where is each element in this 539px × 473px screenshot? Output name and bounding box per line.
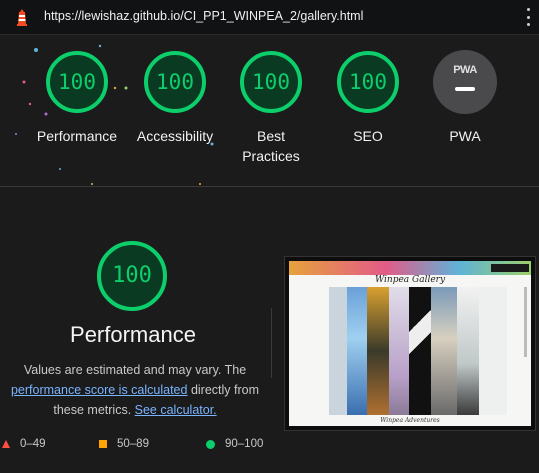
lighthouse-icon [17,9,27,26]
gauge-performance[interactable]: 100 Performance [32,50,122,146]
performance-description: Values are estimated and may vary. The p… [0,360,270,420]
see-calculator-link[interactable]: See calculator. [135,403,217,417]
gauge-seo[interactable]: 100 SEO [323,50,413,146]
gauge-score: 100 [156,70,194,94]
legend-average: 50–89 [99,438,149,450]
screenshot-footer-text: Winpea Adventures [380,417,440,424]
more-options-icon[interactable] [525,8,531,26]
legend-range: 50–89 [117,438,149,450]
gauge-score: 100 [349,70,387,94]
section-divider [0,186,539,187]
gauge-label: Best Practices [242,128,300,164]
screenshot-navbar [289,261,531,275]
pwa-dash [455,87,475,91]
gallery-image [347,287,367,415]
legend-range: 90–100 [225,438,264,450]
pwa-badge-icon: PWA [433,50,497,114]
performance-score: 100 [112,263,152,288]
gallery-image [329,287,347,415]
gauge-label: PWA [449,128,481,144]
gauge-score: 100 [58,70,96,94]
legend-fail: 0–49 [2,438,46,450]
score-legend: 0–49 50–89 90–100 [0,436,539,456]
gallery-image [431,287,457,415]
gallery-image [367,287,389,415]
pwa-badge-text: PWA [453,64,477,76]
fail-triangle-icon [2,440,10,448]
legend-pass: 90–100 [206,438,263,450]
gauge-accessibility[interactable]: 100 Accessibility [130,50,220,146]
score-calculation-link[interactable]: performance score is calculated [11,383,187,397]
gallery-image [389,287,409,415]
legend-range: 0–49 [20,438,46,450]
screenshot-site-title: Winpea Gallery [374,275,446,285]
gauge-score: 100 [252,70,290,94]
performance-title: Performance [70,322,196,347]
performance-gauge-large: 100 [96,240,168,312]
desc-text-1: Values are estimated and may vary. The [23,363,247,377]
gauge-best-practices[interactable]: 100 Best Practices [226,50,316,166]
pass-circle-icon [206,439,215,449]
average-square-icon [99,440,107,448]
vertical-divider [271,308,272,378]
category-gauges: 100 Performance 100 Accessibility 100 Be… [0,50,539,170]
screenshot-scrollbar [524,287,527,357]
report-header: https://lewishaz.github.io/CI_PP1_WINPEA… [0,0,539,35]
report-url[interactable]: https://lewishaz.github.io/CI_PP1_WINPEA… [44,9,363,23]
final-screenshot[interactable]: Winpea Gallery Winpea Adventures [284,256,536,431]
gauge-label: SEO [353,128,383,144]
gallery-image [457,287,479,415]
gauge-label: Performance [36,128,118,144]
screenshot-page: Winpea Gallery Winpea Adventures [289,261,531,426]
gauge-label: Accessibility [136,128,214,144]
gallery-image [479,287,507,415]
gauge-pwa[interactable]: PWA PWA [420,50,510,146]
gallery-image [409,287,431,415]
